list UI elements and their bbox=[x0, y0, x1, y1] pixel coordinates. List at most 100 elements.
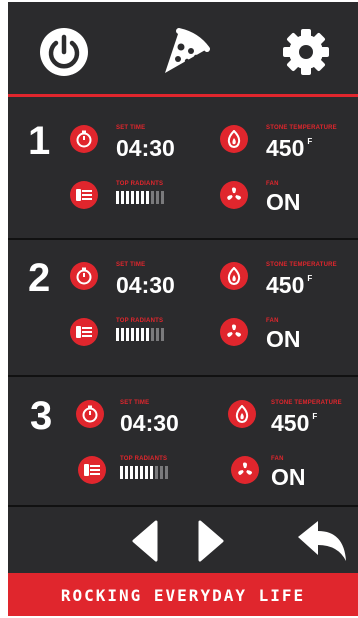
level-segment bbox=[130, 466, 133, 479]
fan-value[interactable]: ON bbox=[266, 189, 301, 216]
nav-bar bbox=[8, 507, 358, 573]
level-segment bbox=[136, 328, 139, 341]
next-arrow-icon bbox=[198, 520, 224, 562]
set-time-value[interactable]: 04:30 bbox=[116, 135, 175, 162]
stone-temp-label: STONE TEMPERATURE bbox=[266, 125, 337, 131]
settings-button[interactable] bbox=[278, 24, 334, 80]
stone-temp-label: STONE TEMPERATURE bbox=[266, 262, 337, 268]
level-segment bbox=[140, 466, 143, 479]
top-bar bbox=[8, 2, 358, 92]
header-divider bbox=[8, 94, 358, 97]
stone-temp-value[interactable]: 450 F bbox=[266, 135, 312, 162]
level-segment bbox=[125, 466, 128, 479]
level-segment bbox=[160, 466, 163, 479]
set-time-label: SET TIME bbox=[120, 400, 150, 406]
level-segment bbox=[146, 191, 149, 204]
heater-icon bbox=[84, 464, 100, 476]
level-segment bbox=[120, 466, 123, 479]
set-time-value[interactable]: 04:30 bbox=[120, 410, 179, 437]
stone-temp-value[interactable]: 450 F bbox=[266, 272, 312, 299]
fan-icon bbox=[227, 187, 242, 200]
fan-button[interactable] bbox=[231, 456, 259, 484]
back-icon bbox=[298, 521, 346, 561]
level-segment bbox=[165, 466, 168, 479]
stone-temp-button[interactable] bbox=[220, 125, 248, 153]
footer-slogan: ROCKING EVERYDAY LIFE bbox=[60, 586, 306, 605]
fan-label: FAN bbox=[266, 318, 279, 324]
level-segment bbox=[150, 466, 153, 479]
stone-temp-label: STONE TEMPERATURE bbox=[271, 400, 342, 406]
power-icon bbox=[40, 28, 88, 76]
top-radiants-level[interactable] bbox=[116, 328, 164, 341]
fan-label: FAN bbox=[271, 456, 284, 462]
section-divider bbox=[8, 375, 358, 377]
footer-banner: ROCKING EVERYDAY LIFE bbox=[8, 573, 358, 616]
level-segment bbox=[151, 328, 154, 341]
oven-number: 2 bbox=[28, 256, 51, 300]
fan-icon bbox=[227, 324, 242, 337]
temp-unit: F bbox=[307, 137, 313, 146]
prev-button[interactable] bbox=[128, 519, 162, 563]
fan-label: FAN bbox=[266, 181, 279, 187]
top-radiants-label: TOP RADIANTS bbox=[120, 456, 168, 462]
fan-value[interactable]: ON bbox=[271, 464, 306, 491]
level-segment bbox=[126, 328, 129, 341]
fan-button[interactable] bbox=[220, 181, 248, 209]
level-segment bbox=[151, 191, 154, 204]
stopwatch-icon bbox=[76, 267, 92, 285]
level-segment bbox=[155, 466, 158, 479]
level-segment bbox=[116, 191, 119, 204]
set-time-button[interactable] bbox=[70, 262, 98, 290]
level-segment bbox=[156, 191, 159, 204]
top-radiants-button[interactable] bbox=[70, 318, 98, 346]
oven-section-2: 2 SET TIME 04:30 STONE TEMPERATURE 450F bbox=[8, 242, 358, 372]
flame-icon bbox=[235, 405, 249, 423]
pizza-button[interactable] bbox=[158, 24, 214, 80]
stopwatch-icon bbox=[76, 130, 92, 148]
app-frame: 1 SET TIME 04:30 STONE TEMPERATURE 450F bbox=[8, 2, 358, 616]
set-time-label: SET TIME bbox=[116, 125, 146, 131]
stone-temp-button[interactable] bbox=[220, 262, 248, 290]
temp-unit: F bbox=[312, 412, 318, 421]
fan-icon bbox=[238, 462, 253, 475]
oven-section-1: 1 SET TIME 04:30 STONE TEMPERATURE 450F bbox=[8, 105, 358, 235]
set-time-button[interactable] bbox=[70, 125, 98, 153]
top-radiants-label: TOP RADIANTS bbox=[116, 181, 164, 187]
set-time-value[interactable]: 04:30 bbox=[116, 272, 175, 299]
heater-icon bbox=[76, 189, 92, 201]
oven-section-3: 3 SET TIME 04:30 STONE TEMPERATURE 450F bbox=[8, 380, 358, 510]
stone-temp-button[interactable] bbox=[228, 400, 256, 428]
next-button[interactable] bbox=[194, 519, 228, 563]
prev-arrow-icon bbox=[132, 520, 158, 562]
level-segment bbox=[135, 466, 138, 479]
level-segment bbox=[116, 328, 119, 341]
top-radiants-button[interactable] bbox=[78, 456, 106, 484]
level-segment bbox=[141, 191, 144, 204]
power-button[interactable] bbox=[36, 24, 92, 80]
level-segment bbox=[136, 191, 139, 204]
level-segment bbox=[141, 328, 144, 341]
back-button[interactable] bbox=[294, 519, 350, 563]
stone-temp-value[interactable]: 450 F bbox=[271, 410, 317, 437]
level-segment bbox=[145, 466, 148, 479]
section-divider bbox=[8, 238, 358, 240]
level-segment bbox=[161, 328, 164, 341]
level-segment bbox=[131, 191, 134, 204]
level-segment bbox=[156, 328, 159, 341]
top-radiants-level[interactable] bbox=[120, 466, 168, 479]
fan-button[interactable] bbox=[220, 318, 248, 346]
oven-number: 1 bbox=[28, 119, 51, 163]
set-time-label: SET TIME bbox=[116, 262, 146, 268]
level-segment bbox=[126, 191, 129, 204]
gear-icon bbox=[283, 29, 329, 75]
flame-icon bbox=[227, 130, 241, 148]
temp-unit: F bbox=[307, 274, 313, 283]
fan-value[interactable]: ON bbox=[266, 326, 301, 353]
top-radiants-level[interactable] bbox=[116, 191, 164, 204]
set-time-button[interactable] bbox=[76, 400, 104, 428]
level-segment bbox=[131, 328, 134, 341]
level-segment bbox=[146, 328, 149, 341]
level-segment bbox=[121, 191, 124, 204]
top-radiants-button[interactable] bbox=[70, 181, 98, 209]
flame-icon bbox=[227, 267, 241, 285]
